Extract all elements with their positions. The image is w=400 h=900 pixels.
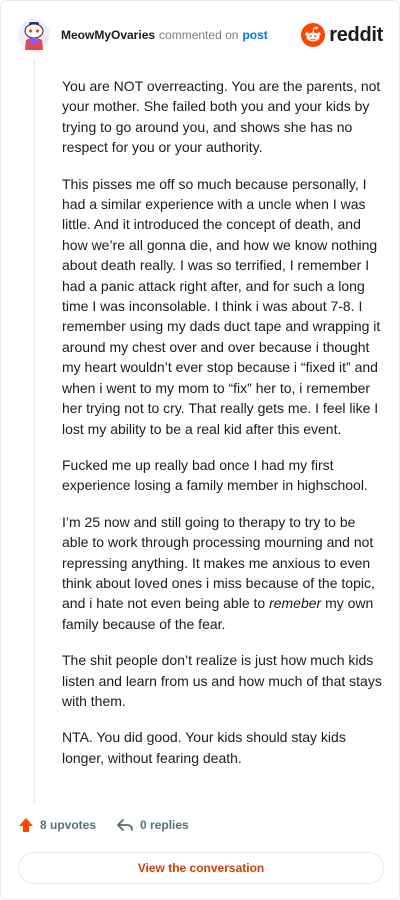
- upvote-count: 8 upvotes: [40, 818, 97, 832]
- snoo-avatar-icon[interactable]: [17, 18, 51, 52]
- comment-meta: MeowMyOvaries commented on post: [61, 28, 268, 42]
- comment-paragraph: Fucked me up really bad once I had my fi…: [62, 456, 368, 494]
- upvote-button[interactable]: 8 upvotes: [18, 817, 96, 833]
- comment-paragraph: The shit people don’t realize is just ho…: [62, 652, 382, 709]
- reply-button[interactable]: 0 replies: [116, 817, 189, 833]
- action-text: commented on: [159, 28, 239, 42]
- comment-paragraph: You are NOT overreacting. You are the pa…: [62, 78, 381, 156]
- reddit-snoo-icon: [301, 23, 326, 47]
- reply-count: 0 replies: [140, 818, 189, 832]
- italic-word: remeber: [269, 595, 322, 612]
- view-conversation-button[interactable]: View the conversation: [18, 852, 384, 884]
- comment-body: You are NOT overreacting. You are the pa…: [62, 76, 382, 784]
- username[interactable]: MeowMyOvaries: [61, 28, 155, 42]
- reddit-wordmark: reddit: [329, 23, 383, 46]
- comment-header: MeowMyOvaries commented on post reddit: [17, 15, 383, 55]
- comment-actions: 8 upvotes 0 replies: [18, 817, 209, 833]
- comment-paragraph: This pisses me off so much because perso…: [62, 175, 381, 437]
- reddit-logo[interactable]: reddit: [301, 23, 383, 47]
- comment-paragraph: I’m 25 now and still going to therapy to…: [62, 512, 382, 634]
- comment-card: MeowMyOvaries commented on post reddit Y…: [0, 0, 400, 900]
- reply-arrow-icon: [117, 819, 133, 831]
- comment-paragraph: NTA. You did good. Your kids should stay…: [62, 729, 346, 766]
- thread-line: [34, 59, 35, 803]
- post-link[interactable]: post: [242, 28, 267, 42]
- upvote-arrow-icon: [19, 818, 33, 832]
